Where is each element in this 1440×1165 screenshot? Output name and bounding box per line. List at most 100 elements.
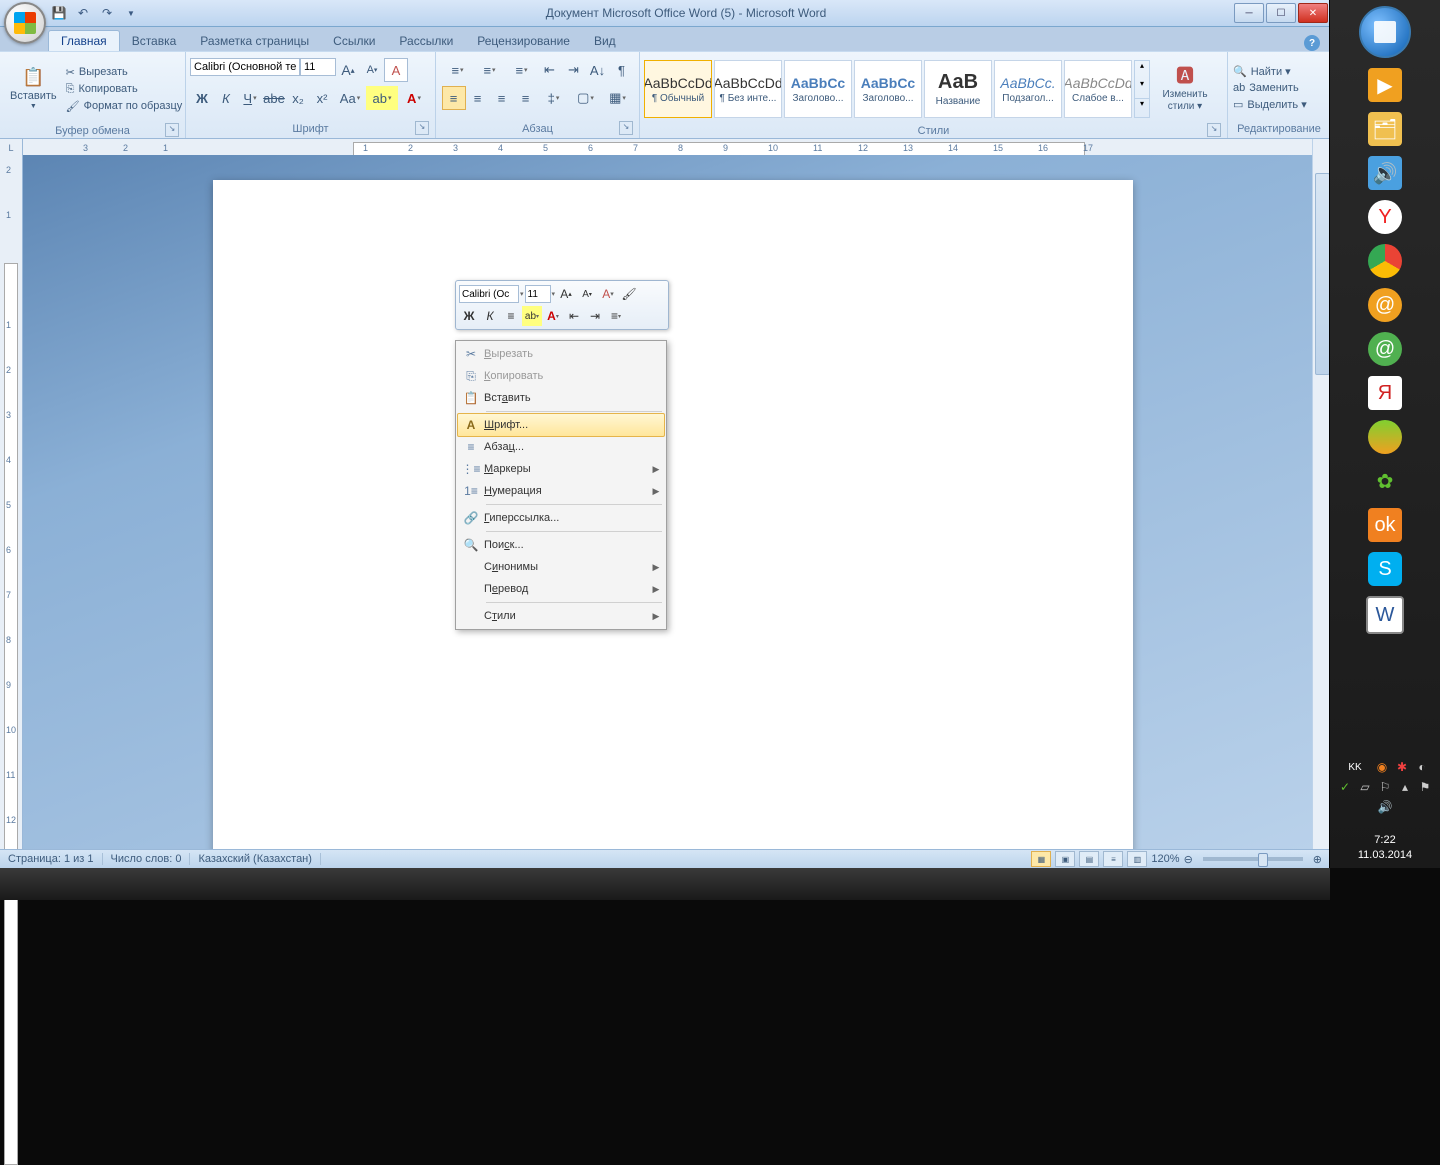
undo-icon[interactable]: ↶ (74, 4, 92, 22)
volume-icon[interactable]: 🔊 (1368, 156, 1402, 190)
align-left-button[interactable]: ≡ (442, 86, 466, 110)
style-subtle[interactable]: AaBbCcDdСлабое в... (1064, 60, 1132, 118)
vertical-scrollbar[interactable] (1312, 155, 1330, 850)
page[interactable] (213, 180, 1133, 850)
bold-button[interactable]: Ж (190, 86, 214, 110)
style-title[interactable]: АаВНазвание (924, 60, 992, 118)
mini-outdent-button[interactable]: ⇤ (564, 306, 584, 326)
odnoklassniki-icon[interactable]: ok (1368, 508, 1402, 542)
format-painter-button[interactable]: 🖌Формат по образцу (65, 99, 184, 114)
ctx-numbering[interactable]: 1≡Нумерация▶ (458, 480, 664, 502)
yandex-icon[interactable]: Y (1368, 200, 1402, 234)
tab-review[interactable]: Рецензирование (465, 31, 582, 51)
indent-button[interactable]: ⇥ (562, 58, 586, 82)
zoom-level[interactable]: 120% (1151, 853, 1179, 865)
shading-button[interactable]: ▢▾ (570, 86, 602, 110)
zoom-slider[interactable] (1203, 857, 1303, 861)
mini-bullets-button[interactable]: ≡▾ (606, 306, 626, 326)
tray-lang[interactable]: KK (1341, 760, 1369, 774)
replace-button[interactable]: abЗаменить (1232, 81, 1308, 95)
outdent-button[interactable]: ⇤ (538, 58, 562, 82)
view-web[interactable]: ▤ (1079, 851, 1099, 867)
qat-customize-icon[interactable]: ▼ (122, 4, 140, 22)
font-size-input[interactable] (300, 58, 336, 76)
status-words[interactable]: Число слов: 0 (103, 853, 191, 865)
italic-button[interactable]: К (214, 86, 238, 110)
chrome-icon[interactable] (1368, 244, 1402, 278)
mini-bold-button[interactable]: Ж (459, 306, 479, 326)
mail-icon[interactable]: @ (1368, 288, 1402, 322)
tab-insert[interactable]: Вставка (120, 31, 189, 51)
styles-scroll[interactable]: ▴ ▾ ▾ (1134, 60, 1150, 118)
highlight-button[interactable]: ab▾ (366, 86, 398, 110)
zoom-thumb[interactable] (1258, 853, 1268, 867)
ctx-bullets[interactable]: ⋮≡Маркеры▶ (458, 458, 664, 480)
copy-button[interactable]: ⎘Копировать (65, 82, 184, 97)
help-icon[interactable]: ? (1304, 35, 1320, 51)
explorer-icon[interactable]: 🗂 (1368, 112, 1402, 146)
tray-icon[interactable]: ✱ (1395, 760, 1409, 774)
paste-button[interactable]: 📋 Вставить ▼ (4, 54, 63, 124)
mini-shrink-icon[interactable]: A▾ (577, 284, 597, 304)
tray-arrow-icon[interactable]: ▴ (1398, 780, 1412, 794)
minimize-button[interactable]: ─ (1234, 3, 1264, 23)
borders-button[interactable]: ▦▾ (602, 86, 634, 110)
show-marks-button[interactable]: ¶ (610, 58, 634, 82)
yandex-y-icon[interactable]: Я (1368, 376, 1402, 410)
vertical-ruler[interactable]: 21 1234 5678 910111213 (0, 155, 23, 850)
ctx-lookup[interactable]: 🔍Поиск... (458, 534, 664, 556)
style-heading1[interactable]: AaBbCcЗаголово... (784, 60, 852, 118)
tab-home[interactable]: Главная (48, 30, 120, 51)
zoom-out-button[interactable]: ⊖ (1184, 853, 1193, 866)
font-color-button[interactable]: A▾ (398, 86, 430, 110)
tray-icon[interactable]: ◐ (1415, 760, 1429, 774)
view-full-screen[interactable]: ▣ (1055, 851, 1075, 867)
ctx-copy[interactable]: ⎘Копировать (458, 365, 664, 387)
save-icon[interactable]: 💾 (50, 4, 68, 22)
browser-icon[interactable] (1368, 420, 1402, 454)
media-player-icon[interactable]: ▶ (1368, 68, 1402, 102)
view-draft[interactable]: ▥ (1127, 851, 1147, 867)
style-no-spacing[interactable]: AaBbCcDd¶ Без инте... (714, 60, 782, 118)
tab-page-layout[interactable]: Разметка страницы (188, 31, 321, 51)
subscript-button[interactable]: x₂ (286, 86, 310, 110)
styles-gallery[interactable]: AaBbCcDd¶ Обычный AaBbCcDd¶ Без инте... … (644, 60, 1132, 118)
find-button[interactable]: 🔍Найти ▾ (1232, 64, 1308, 79)
align-right-button[interactable]: ≡ (490, 86, 514, 110)
ctx-hyperlink[interactable]: 🔗Гиперссылка... (458, 507, 664, 529)
start-button[interactable] (1359, 6, 1411, 58)
select-button[interactable]: ▭Выделить ▾ (1232, 97, 1308, 112)
view-print-layout[interactable]: ▦ (1031, 851, 1051, 867)
skype-icon[interactable]: S (1368, 552, 1402, 586)
mini-highlight-button[interactable]: ab▾ (522, 306, 542, 326)
clock[interactable]: 7:22 11.03.2014 (1330, 833, 1440, 862)
ctx-translate[interactable]: Перевод▶ (458, 578, 664, 600)
mini-size-input[interactable] (525, 285, 551, 303)
ctx-synonyms[interactable]: Синонимы▶ (458, 556, 664, 578)
grow-font-icon[interactable]: A▴ (336, 58, 360, 82)
windows-taskbar[interactable] (0, 868, 1330, 900)
font-name-input[interactable] (190, 58, 300, 76)
close-button[interactable]: ✕ (1298, 3, 1328, 23)
ctx-cut[interactable]: ✂ВВырезатьырезать (458, 343, 664, 365)
mini-font-color-button[interactable]: A▾ (543, 306, 563, 326)
style-subtitle[interactable]: AaBbCc.Подзагол... (994, 60, 1062, 118)
tray-icon[interactable]: ▱ (1358, 780, 1372, 794)
status-page[interactable]: Страница: 1 из 1 (0, 853, 103, 865)
clipboard-launcher[interactable]: ↘ (165, 123, 179, 137)
style-normal[interactable]: AaBbCcDd¶ Обычный (644, 60, 712, 118)
tab-mailings[interactable]: Рассылки (387, 31, 465, 51)
tab-references[interactable]: Ссылки (321, 31, 387, 51)
ctx-font[interactable]: AШрифт... (457, 413, 665, 437)
case-button[interactable]: Aa▾ (334, 86, 366, 110)
mini-grow-icon[interactable]: A▴ (556, 284, 576, 304)
mini-indent-button[interactable]: ⇥ (585, 306, 605, 326)
style-heading2[interactable]: AaBbCcЗаголово... (854, 60, 922, 118)
tray-icon[interactable]: ◉ (1375, 760, 1389, 774)
styles-launcher[interactable]: ↘ (1207, 123, 1221, 137)
tab-view[interactable]: Вид (582, 31, 628, 51)
tray-flag-icon[interactable]: ⚑ (1418, 780, 1432, 794)
strike-button[interactable]: abe (262, 86, 286, 110)
zoom-in-button[interactable]: ⊕ (1313, 853, 1322, 866)
align-justify-button[interactable]: ≡ (514, 86, 538, 110)
